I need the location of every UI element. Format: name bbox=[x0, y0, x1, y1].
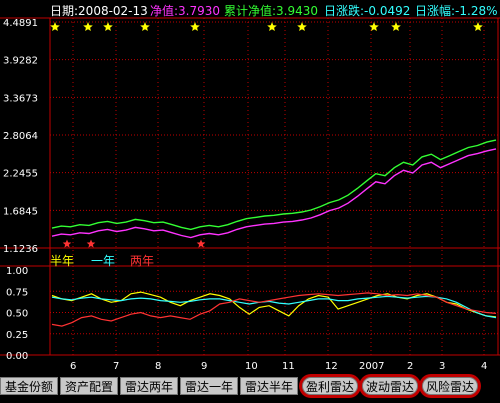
pct-readout: 日涨幅:-1.28% bbox=[415, 2, 498, 19]
y-tick-label-lower: 0.25 bbox=[6, 330, 28, 341]
chg-label: 日涨跌: bbox=[324, 4, 365, 18]
cum-label: 累计净值: bbox=[224, 4, 277, 18]
y-tick-label-lower: 0.75 bbox=[6, 287, 28, 298]
date-label: 日期: bbox=[50, 4, 79, 18]
tab-risk-radar[interactable]: 风险雷达 bbox=[422, 377, 478, 395]
chg-value: -0.0492 bbox=[364, 4, 411, 18]
star-marker-top bbox=[103, 22, 113, 31]
series-nav-line bbox=[51, 148, 497, 239]
star-marker-top bbox=[140, 22, 150, 31]
x-tick-label: 9 bbox=[201, 361, 207, 372]
star-marker-bottom bbox=[86, 239, 96, 248]
x-tick-label: 10 bbox=[245, 361, 258, 372]
tab-radar-two-year[interactable]: 雷达两年 bbox=[120, 377, 178, 395]
tab-asset-allocation[interactable]: 资产配置 bbox=[60, 377, 118, 395]
date-value: 2008-02-13 bbox=[78, 4, 148, 18]
y-tick-label-lower: 1.00 bbox=[6, 266, 28, 277]
tab-volatility-radar[interactable]: 波动雷达 bbox=[362, 377, 418, 395]
cum-value: 3.9430 bbox=[276, 4, 319, 18]
star-marker-top bbox=[369, 22, 379, 31]
x-tick-label: 4 bbox=[481, 361, 487, 372]
cum-readout: 累计净值:3.9430 bbox=[224, 2, 318, 19]
fund-chart: 4.4891 3.9282 3.3673 2.8064 2.2455 1.6845 1.12… bbox=[0, 17, 500, 372]
bottom-tab-bar: 基金份额 资产配置 雷达两年 雷达一年 雷达半年 盈利雷达 波动雷达 风险雷达 bbox=[0, 376, 500, 403]
star-marker-bottom bbox=[62, 239, 72, 248]
y-tick-label-upper: 1.1236 bbox=[3, 244, 38, 255]
y-tick-label-lower: 0.00 bbox=[6, 351, 28, 362]
pct-label: 日涨幅: bbox=[415, 4, 456, 18]
star-marker-top bbox=[83, 22, 93, 31]
tab-fund-shares[interactable]: 基金份额 bbox=[0, 377, 58, 395]
legend-one-year: 一年 bbox=[91, 254, 116, 268]
chg-readout: 日涨跌:-0.0492 bbox=[324, 2, 410, 19]
y-tick-label-upper: 3.3673 bbox=[3, 93, 38, 104]
nav-label: 净值: bbox=[150, 4, 179, 18]
star-marker-top bbox=[190, 22, 200, 31]
tab-radar-half-year[interactable]: 雷达半年 bbox=[240, 377, 298, 395]
y-tick-label-upper: 3.9282 bbox=[3, 56, 38, 67]
x-tick-label: 2 bbox=[407, 361, 413, 372]
y-tick-label-upper: 2.8064 bbox=[3, 131, 38, 142]
series-two_year-line bbox=[51, 292, 497, 327]
pct-value: -1.28% bbox=[455, 4, 498, 18]
y-tick-label-upper: 4.4891 bbox=[3, 18, 38, 29]
star-marker-top bbox=[267, 22, 277, 31]
legend-two-year: 两年 bbox=[130, 254, 155, 268]
y-tick-label-upper: 1.6845 bbox=[3, 206, 38, 217]
star-marker-top bbox=[391, 22, 401, 31]
nav-readout: 净值:3.7930 bbox=[150, 2, 220, 19]
x-tick-label: 2007 bbox=[359, 361, 384, 372]
header-bar: 日期:2008-02-13 bbox=[50, 2, 148, 19]
series-cum-line bbox=[51, 139, 497, 231]
star-marker-top bbox=[50, 22, 60, 31]
tab-profit-radar[interactable]: 盈利雷达 bbox=[302, 377, 358, 395]
nav-value: 3.7930 bbox=[178, 4, 221, 18]
legend-half-year: 半年 bbox=[50, 254, 75, 268]
star-marker-top bbox=[473, 22, 483, 31]
x-tick-label: 6 bbox=[70, 361, 76, 372]
x-tick-label: 12 bbox=[325, 361, 338, 372]
x-tick-label: 8 bbox=[155, 361, 161, 372]
star-marker-top bbox=[297, 22, 307, 31]
x-tick-label: 11 bbox=[282, 361, 295, 372]
tab-radar-one-year[interactable]: 雷达一年 bbox=[180, 377, 238, 395]
y-tick-label-lower: 0.50 bbox=[6, 309, 28, 320]
y-tick-label-upper: 2.2455 bbox=[3, 169, 38, 180]
x-tick-label: 3 bbox=[439, 361, 445, 372]
x-tick-label: 7 bbox=[113, 361, 119, 372]
